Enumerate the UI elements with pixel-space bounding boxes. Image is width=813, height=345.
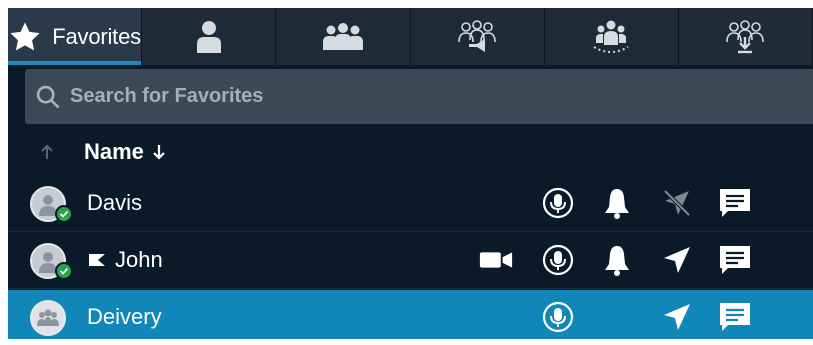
search-icon bbox=[34, 83, 62, 111]
tab-contacts[interactable] bbox=[142, 8, 277, 65]
tab-group-broadcast[interactable] bbox=[410, 8, 545, 65]
contact-name-wrapper: John bbox=[87, 247, 163, 273]
tab-group-download[interactable] bbox=[678, 8, 813, 65]
location-off-icon[interactable] bbox=[659, 185, 695, 221]
video-icon[interactable] bbox=[478, 242, 514, 278]
ptt-mic-icon[interactable] bbox=[540, 242, 576, 278]
presence-online-icon bbox=[55, 262, 73, 280]
favorites-panel: Favorites Search for Favorites Name Davi… bbox=[8, 8, 813, 339]
message-icon[interactable] bbox=[717, 299, 753, 335]
alert-bell-icon[interactable] bbox=[599, 185, 635, 221]
star-icon bbox=[8, 20, 42, 54]
name-column-label: Name bbox=[84, 139, 144, 164]
presence-online-icon bbox=[55, 205, 73, 223]
name-column-header[interactable]: Name bbox=[84, 139, 166, 165]
group-download-icon bbox=[723, 19, 767, 54]
sort-arrow-up-icon[interactable] bbox=[40, 143, 54, 161]
tab-favorites-label: Favorites bbox=[52, 23, 141, 49]
sort-arrow-down-icon bbox=[152, 143, 166, 161]
location-icon[interactable] bbox=[659, 299, 695, 335]
search-bar[interactable] bbox=[25, 69, 813, 124]
alert-bell-icon[interactable] bbox=[599, 242, 635, 278]
group-talk-icon bbox=[589, 19, 633, 55]
person-icon bbox=[194, 20, 224, 54]
list-item[interactable]: Davis bbox=[8, 176, 813, 232]
contact-name: John bbox=[115, 247, 163, 272]
list-item[interactable]: John bbox=[8, 233, 813, 289]
message-icon[interactable] bbox=[717, 242, 753, 278]
contact-name: Davis bbox=[87, 190, 143, 215]
location-icon[interactable] bbox=[659, 242, 695, 278]
group-avatar bbox=[30, 300, 66, 336]
tab-favorites[interactable]: Favorites bbox=[8, 8, 143, 65]
tab-groups[interactable] bbox=[276, 8, 411, 65]
message-icon[interactable] bbox=[717, 185, 753, 221]
list-header: Name bbox=[8, 128, 813, 176]
group-broadcast-icon bbox=[455, 19, 499, 54]
group-name: Deivery bbox=[87, 304, 162, 329]
tab-group-talk[interactable] bbox=[544, 8, 679, 65]
tab-bar: Favorites bbox=[8, 8, 813, 65]
group-icon bbox=[321, 22, 365, 52]
search-input[interactable] bbox=[68, 84, 772, 109]
flag-icon bbox=[87, 252, 107, 268]
ptt-mic-icon[interactable] bbox=[540, 185, 576, 221]
list-item-selected[interactable]: Deivery bbox=[8, 290, 813, 339]
ptt-mic-icon[interactable] bbox=[540, 299, 576, 335]
